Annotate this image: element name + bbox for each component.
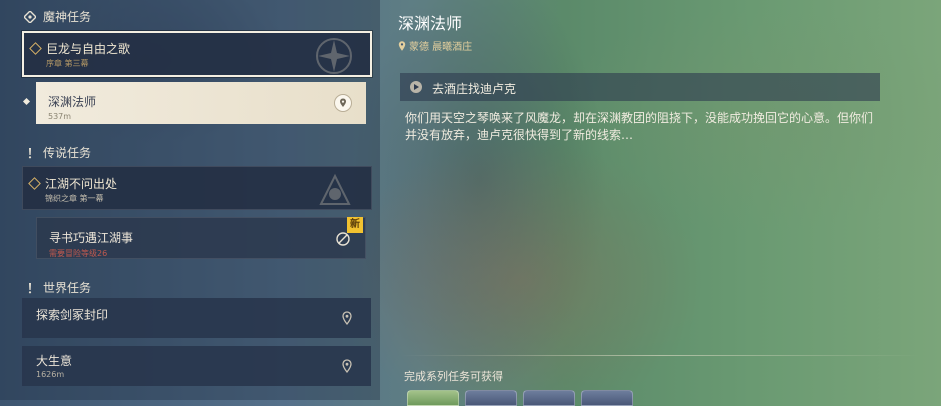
category-label: 世界任务 [43, 281, 92, 295]
reward-label: 完成系列任务可获得 [404, 370, 503, 383]
quest-distance: 537m [48, 112, 72, 121]
quest-title: 巨龙与自由之歌 [46, 42, 131, 56]
quest-chapter: 序章 第三幕 [46, 59, 89, 68]
quest-card-archon[interactable]: 巨龙与自由之歌 序章 第三幕 [22, 31, 372, 77]
location-pin-icon[interactable] [334, 94, 352, 112]
location-pin-icon [398, 40, 406, 51]
quest-detail-location: 蒙德 晨曦酒庄 [398, 38, 472, 53]
quest-distance: 1626m [36, 370, 65, 379]
location-text: 蒙德 晨曦酒庄 [409, 42, 473, 53]
quest-chapter: 锦织之章 第一幕 [45, 194, 104, 203]
category-archon-quests: 魔神任务 [24, 8, 91, 25]
play-arrow-icon [410, 81, 422, 93]
category-label: 魔神任务 [43, 10, 92, 24]
archon-emblem-icon [316, 38, 352, 74]
archon-category-icon [24, 10, 36, 23]
reward-item-3[interactable] [581, 390, 633, 406]
quest-card-story[interactable]: 江湖不问出处 锦织之章 第一幕 [22, 166, 372, 210]
quest-step-title: 深渊法师 [48, 95, 97, 109]
location-pin-icon[interactable] [339, 358, 355, 374]
quest-diamond-icon [28, 177, 41, 190]
reward-item-2[interactable] [523, 390, 575, 406]
reward-item-1[interactable] [465, 390, 517, 406]
new-badge: 新 [347, 217, 363, 233]
quest-card-world-1[interactable]: 大生意 1626m [22, 346, 371, 386]
current-step-text: 去酒庄找迪卢克 [432, 82, 517, 96]
quest-diamond-icon [29, 42, 42, 55]
quest-title: 探索剑冢封印 [36, 308, 109, 322]
location-pin-icon[interactable] [339, 310, 355, 326]
quest-title: 江湖不问出处 [45, 177, 118, 191]
reward-item-0[interactable] [407, 390, 459, 406]
quest-title: 大生意 [36, 354, 73, 368]
quest-step-title: 寻书巧遇江湖事 [49, 231, 134, 245]
exclamation-icon [28, 282, 32, 293]
current-step-bar[interactable]: 去酒庄找迪卢克 [400, 73, 880, 101]
quest-description: 你们用天空之琴唤来了风魔龙，却在深渊教团的阻挠下，没能成功挽回它的心意。但你们并… [405, 111, 874, 142]
divider [400, 355, 920, 356]
exclamation-icon [28, 147, 32, 158]
quest-step-card-locked[interactable]: 寻书巧遇江湖事 需要冒险等级26 新 [36, 217, 366, 259]
quest-detail-title: 深渊法师 [398, 14, 463, 33]
story-emblem-icon [319, 173, 351, 205]
category-story-quests: 传说任务 [24, 144, 91, 161]
quest-requirement: 需要冒险等级26 [49, 249, 108, 258]
quest-step-card-active[interactable]: 深渊法师 537m [22, 82, 366, 124]
locked-icon [335, 231, 351, 247]
quest-card-world-0[interactable]: 探索剑冢封印 [22, 298, 371, 338]
category-world-quests: 世界任务 [24, 279, 91, 296]
category-label: 传说任务 [43, 146, 92, 160]
